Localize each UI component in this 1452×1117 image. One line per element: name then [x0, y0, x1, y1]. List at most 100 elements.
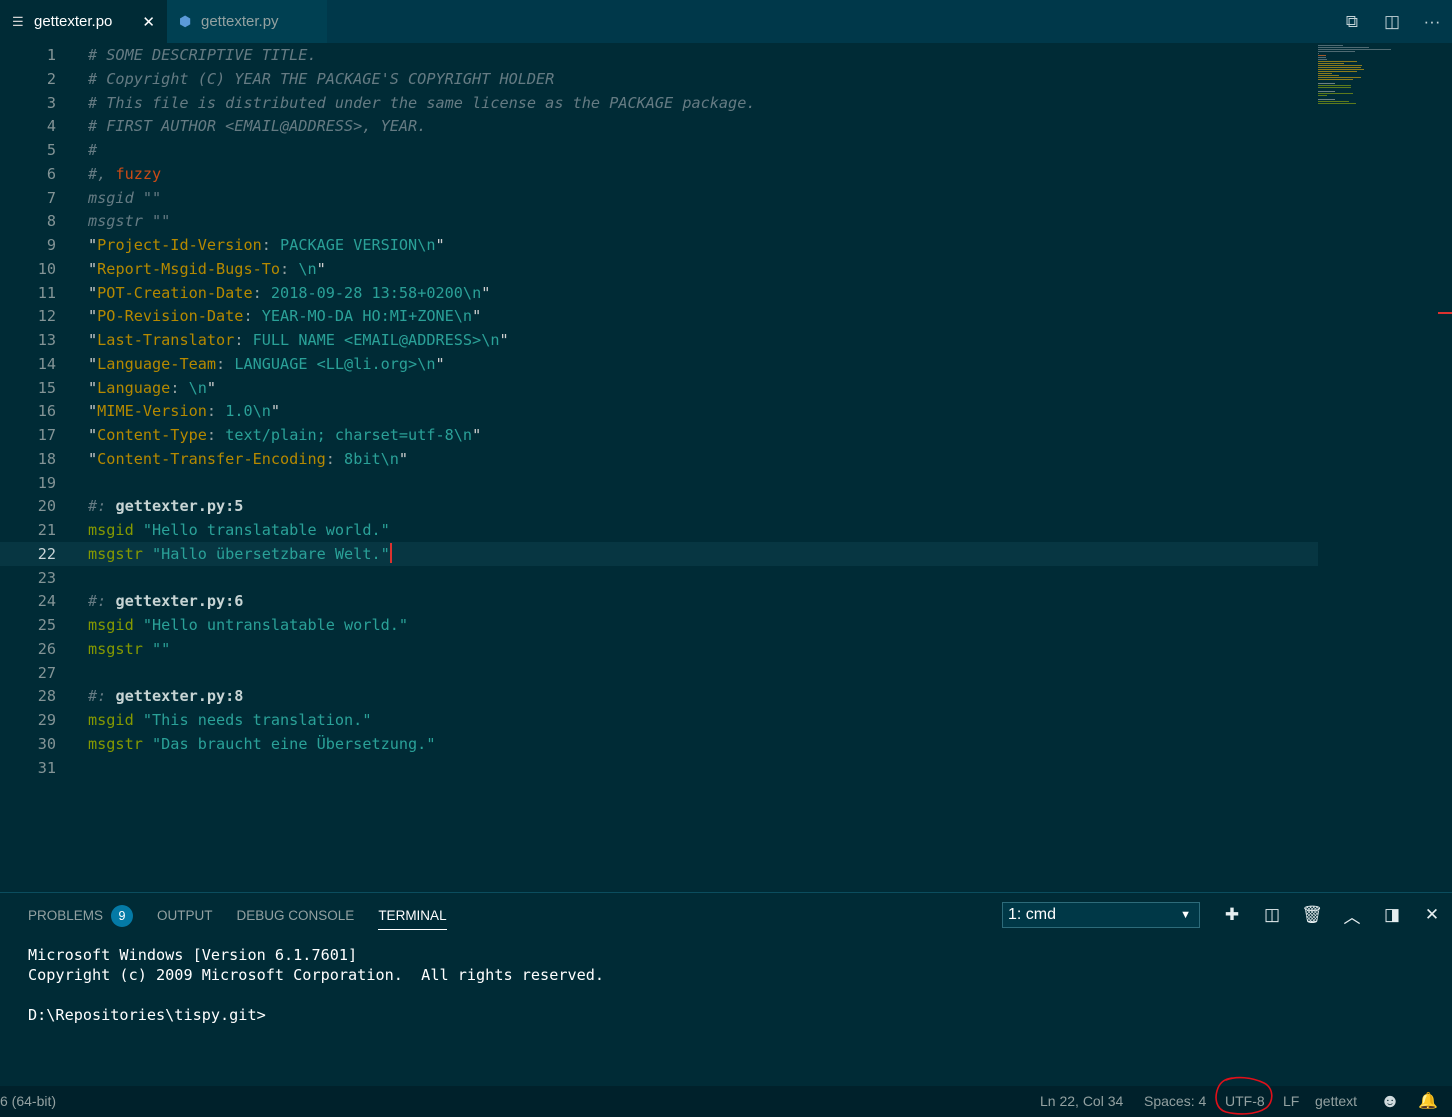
trash-icon[interactable]: 🗑	[1292, 905, 1332, 925]
smiley-icon[interactable]: ☻	[1380, 1086, 1400, 1117]
terminal-output[interactable]: Microsoft Windows [Version 6.1.7601] Copy…	[28, 945, 604, 1025]
chevron-up-icon[interactable]: ︿	[1332, 903, 1372, 928]
code-line[interactable]: 24 #: gettexter.py:6	[0, 589, 1318, 613]
code-token: :	[206, 426, 226, 444]
code-line[interactable]: 22 msgstr "Hallo übersetzbare Welt."	[0, 541, 1318, 566]
code-token: Content-Transfer-Encoding	[97, 449, 326, 468]
cursor-position[interactable]: Ln 22, Col 34	[1040, 1086, 1123, 1117]
code-token: :	[252, 283, 271, 302]
close-panel-icon[interactable]: ✕	[1412, 905, 1452, 925]
split-terminal-icon[interactable]: ◫	[1252, 905, 1292, 925]
minimap-line	[1318, 55, 1326, 56]
line-number: 28	[37, 687, 56, 706]
code-token: :	[243, 307, 262, 326]
code-line[interactable]: 5 #	[0, 138, 1318, 162]
minimap-line	[1318, 63, 1344, 64]
minimap[interactable]	[1316, 43, 1436, 113]
line-number: 25	[37, 616, 56, 634]
line-code: "Language: \n"	[88, 376, 216, 400]
code-line[interactable]: 2 # Copyright (C) YEAR THE PACKAGE'S COPY…	[0, 67, 1318, 91]
code-line[interactable]: 13 "Last-Translator: FULL NAME <EMAIL@ADD…	[0, 328, 1318, 352]
tab-gettexter-py[interactable]: ⬢ gettexter.py	[167, 0, 327, 43]
code-line[interactable]: 18 "Content-Transfer-Encoding: 8bit\n"	[0, 447, 1318, 471]
code-editor[interactable]: 1 # SOME DESCRIPTIVE TITLE. 2 # Copyright (…	[0, 43, 1452, 892]
more-actions-icon[interactable]: ···	[1412, 12, 1452, 32]
code-line[interactable]: 6 #, fuzzy	[0, 162, 1318, 186]
line-number: 12	[37, 307, 56, 326]
end-of-line[interactable]: LF	[1283, 1086, 1299, 1117]
code-token: "	[88, 426, 98, 444]
code-line[interactable]: 26 msgstr ""	[0, 637, 1318, 661]
code-line[interactable]: 1 # SOME DESCRIPTIVE TITLE.	[0, 43, 1318, 67]
code-line[interactable]: 4 # FIRST AUTHOR <EMAIL@ADDRESS>, YEAR.	[0, 114, 1318, 138]
code-line[interactable]: 7 msgid ""	[0, 186, 1318, 210]
minimap-line	[1318, 59, 1327, 60]
code-token: :	[234, 331, 253, 349]
code-line[interactable]: 30 msgstr "Das braucht eine Übersetzung."	[0, 732, 1318, 756]
line-code: "MIME-Version: 1.0\n"	[88, 399, 280, 423]
code-line[interactable]: 11 "POT-Creation-Date: 2018-09-28 13:58+0…	[0, 281, 1318, 305]
code-line[interactable]: 25 msgid "Hello untranslatable world."	[0, 613, 1318, 637]
terminal-select-value: 1: cmd	[1008, 906, 1057, 923]
code-line[interactable]: 12 "PO-Revision-Date: YEAR-MO-DA HO:MI+ZO…	[0, 304, 1318, 328]
code-line[interactable]: 23	[0, 566, 1318, 590]
close-icon[interactable]: ✕	[142, 13, 155, 31]
tab-problems[interactable]: PROBLEMS 9	[28, 903, 134, 929]
code-line[interactable]: 29 msgid "This needs translation."	[0, 708, 1318, 732]
line-code: #	[88, 138, 97, 162]
new-terminal-icon[interactable]: ✚	[1212, 905, 1252, 925]
code-line[interactable]: 21 msgid "Hello translatable world."	[0, 518, 1318, 542]
code-token: "	[435, 354, 445, 373]
code-token: #:	[88, 497, 116, 516]
code-token: LANGUAGE <LL@li.org>\n	[234, 354, 436, 373]
code-line[interactable]: 20 #: gettexter.py:5	[0, 494, 1318, 518]
code-token: 8bit\n	[344, 449, 399, 468]
panel-actions: ✚ ◫ 🗑 ︿ ◨ ✕	[1212, 902, 1452, 928]
tab-debug-console[interactable]: DEBUG CONSOLE	[237, 903, 355, 929]
line-code: msgstr ""	[88, 209, 170, 233]
line-number: 2	[46, 69, 56, 88]
code-line[interactable]: 14 "Language-Team: LANGUAGE <LL@li.org>\n…	[0, 352, 1318, 376]
line-number: 18	[37, 449, 56, 468]
language-mode[interactable]: gettext	[1315, 1086, 1357, 1117]
code-line[interactable]: 28 #: gettexter.py:8	[0, 684, 1318, 708]
vertical-scrollbar[interactable]	[1436, 43, 1452, 892]
code-line[interactable]: 9 "Project-Id-Version: PACKAGE VERSION\n"	[0, 233, 1318, 257]
line-code: # This file is distributed under the sam…	[88, 91, 756, 115]
code-line[interactable]: 10 "Report-Msgid-Bugs-To: \n"	[0, 257, 1318, 281]
code-token: "	[88, 402, 98, 421]
code-token: gettexter.py:8	[115, 687, 244, 706]
open-changes-icon[interactable]: ⧉	[1332, 12, 1372, 32]
code-line[interactable]: 19	[0, 471, 1318, 495]
code-line[interactable]: 27	[0, 661, 1318, 685]
line-code: # FIRST AUTHOR <EMAIL@ADDRESS>, YEAR.	[88, 114, 426, 138]
line-number: 1	[46, 46, 56, 64]
indentation[interactable]: Spaces: 4	[1144, 1086, 1206, 1117]
code-token: "	[88, 236, 98, 254]
encoding[interactable]: UTF-8	[1225, 1086, 1265, 1117]
terminal-line: Microsoft Windows [Version 6.1.7601]	[28, 946, 358, 964]
code-line[interactable]: 31	[0, 756, 1318, 780]
lines-file-icon: ☰	[12, 13, 24, 29]
code-line[interactable]: 17 "Content-Type: text/plain; charset=utf…	[0, 423, 1318, 447]
code-line[interactable]: 15 "Language: \n"	[0, 376, 1318, 400]
minimap-line	[1318, 49, 1391, 50]
code-line[interactable]: 16 "MIME-Version: 1.0\n"	[0, 399, 1318, 423]
code-token: FULL NAME <EMAIL@ADDRESS>\n	[252, 331, 500, 349]
tab-terminal[interactable]: TERMINAL	[378, 903, 447, 930]
code-token: \n	[188, 378, 207, 397]
tab-output[interactable]: OUTPUT	[157, 903, 213, 929]
maximize-panel-icon[interactable]: ◨	[1372, 905, 1412, 925]
bell-icon[interactable]: 🔔	[1418, 1086, 1438, 1117]
code-line[interactable]: 3 # This file is distributed under the sa…	[0, 91, 1318, 115]
code-line[interactable]: 8 msgstr ""	[0, 209, 1318, 233]
status-left-item[interactable]: 6 (64-bit)	[0, 1086, 56, 1117]
split-editor-icon[interactable]: ◫	[1372, 12, 1412, 32]
line-code: msgid "Hello translatable world."	[88, 518, 390, 542]
terminal-line: D:\Repositories\tispy.git>	[28, 1006, 266, 1024]
terminal-select[interactable]: 1: cmd ▼	[1002, 902, 1200, 928]
line-number: 27	[37, 663, 56, 682]
tab-gettexter-po[interactable]: ☰ gettexter.po ✕	[0, 0, 167, 43]
line-number: 14	[37, 354, 56, 373]
